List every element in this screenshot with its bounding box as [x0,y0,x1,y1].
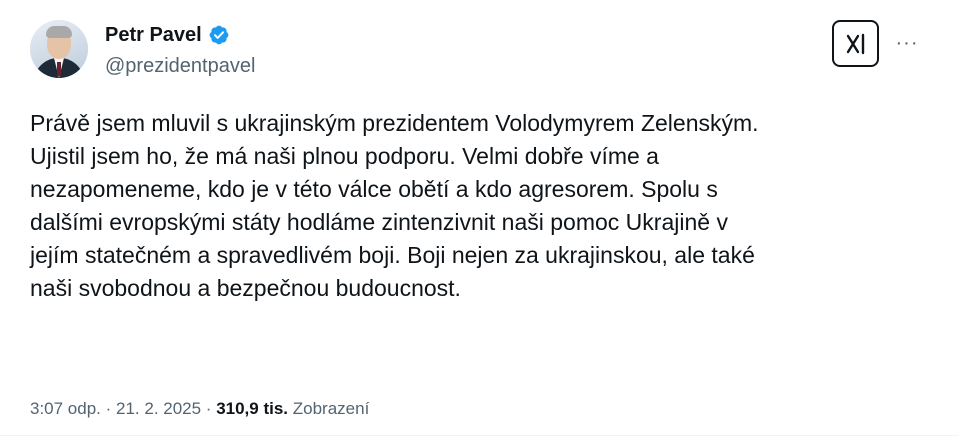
author-name[interactable]: Petr Pavel [105,21,202,49]
tweet-meta: 3:07 odp. · 21. 2. 2025 · 310,9 tis. Zob… [30,397,369,421]
more-options-button[interactable]: ··· [893,29,921,57]
tweet-text: Právě jsem mluvil s ukrajinským preziden… [30,107,930,305]
tweet-line: nezapomeneme, kdo je v této válce obětí … [30,176,718,202]
tweet-line: jejím statečném a spravedlivém boji. Boj… [30,242,755,268]
tweet-line: naši svobodnou a bezpečnou budoucnost. [30,275,461,301]
tweet-line: dalšími evropskými státy hodláme zintenz… [30,209,728,235]
divider [0,435,959,436]
timestamp[interactable]: 3:07 odp. · 21. 2. 2025 · [30,399,216,418]
avatar[interactable] [30,20,88,78]
verified-badge-icon [209,25,229,45]
author-handle[interactable]: @prezidentpavel [105,53,255,79]
avatar-tie [57,62,61,76]
author-name-row[interactable]: Petr Pavel [105,21,230,49]
views-count: 310,9 tis. [216,399,289,418]
views-label: Zobrazení [292,399,370,418]
more-options-icon: ··· [895,31,919,54]
grok-button[interactable] [832,20,879,67]
tweet-line: Právě jsem mluvil s ukrajinským preziden… [30,110,759,136]
grok-icon [846,33,864,54]
tweet-line: Ujistil jsem ho, že má naši plnou podpor… [30,143,659,169]
avatar-hair [46,26,72,38]
